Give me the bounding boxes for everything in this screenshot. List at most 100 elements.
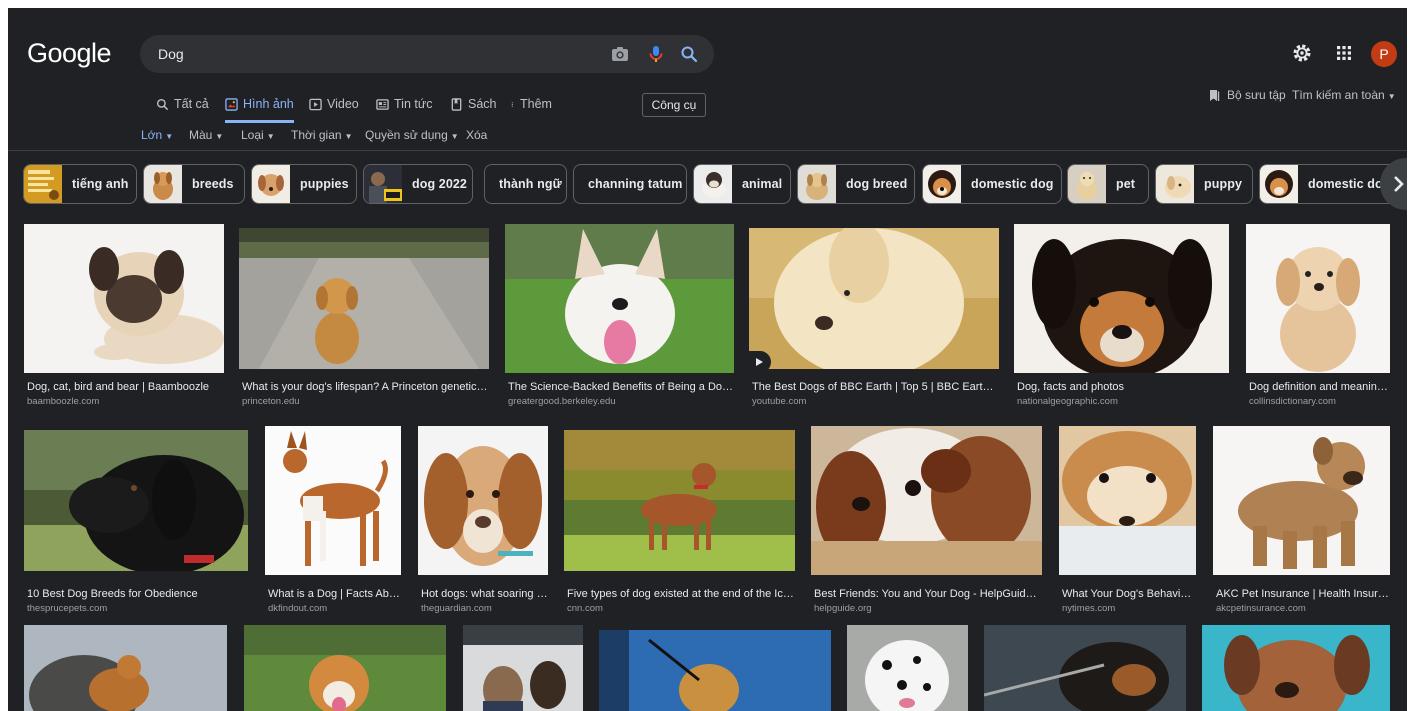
search-icon[interactable] [679, 44, 699, 64]
filter-label: Lớn [141, 128, 163, 142]
result-title[interactable]: Dog, cat, bird and bear | Baamboozle [27, 381, 224, 393]
result-title[interactable]: AKC Pet Insurance | Health Insuran... [1216, 588, 1390, 600]
tab-books[interactable]: Sách [450, 97, 497, 123]
result-source: youtube.com [752, 396, 807, 407]
settings-gear-icon[interactable] [1291, 42, 1313, 64]
image-result[interactable]: 10 Best Dog Breeds for Obedience thespru… [24, 430, 248, 620]
image-result[interactable]: Five types of dog existed at the end of … [564, 430, 795, 620]
result-title[interactable]: What is a Dog | Facts Abo... [268, 588, 401, 600]
related-chip[interactable]: breeds [143, 164, 245, 204]
image-result-thumbnail[interactable] [463, 625, 583, 711]
result-title[interactable]: The Best Dogs of BBC Earth | Top 5 | BBC… [752, 381, 999, 393]
image-result[interactable]: Dog, cat, bird and bear | Baamboozle baa… [24, 224, 224, 416]
image-result[interactable]: What Your Dog's Behavior ... nytimes.com [1059, 426, 1196, 620]
filter-color[interactable]: Màu ▼ [189, 128, 223, 142]
result-thumbnail[interactable] [418, 426, 548, 575]
related-chip[interactable]: pet [1067, 164, 1149, 204]
result-thumbnail[interactable] [505, 224, 734, 373]
filter-usage-rights[interactable]: Quyền sử dụng ▼ [365, 128, 459, 142]
image-icon [225, 98, 238, 111]
chevron-down-icon: ▼ [1387, 92, 1396, 101]
result-title[interactable]: Dog definition and meaning ... [1249, 381, 1390, 393]
filter-type[interactable]: Loại ▼ [241, 128, 275, 142]
result-thumbnail[interactable] [24, 224, 224, 373]
result-title[interactable]: Best Friends: You and Your Dog - HelpGui… [814, 588, 1042, 600]
safesearch-dropdown[interactable]: Tìm kiếm an toàn ▼ [1292, 88, 1396, 102]
chevron-down-icon: ▼ [450, 132, 459, 141]
related-chip[interactable]: channing tatum [573, 164, 687, 204]
search-bar[interactable]: Dog [140, 35, 714, 73]
related-chip[interactable]: tiếng anh [23, 164, 137, 204]
image-result[interactable]: Dog, facts and photos nationalgeographic… [1014, 224, 1229, 416]
chip-label: dog breed [846, 177, 908, 191]
tab-all[interactable]: Tất cả [156, 97, 209, 123]
image-result[interactable]: What is a Dog | Facts Abo... dkfindout.c… [265, 426, 401, 620]
chip-label: puppies [300, 177, 349, 191]
related-chip[interactable]: domestic dog [1259, 164, 1399, 204]
result-title[interactable]: 10 Best Dog Breeds for Obedience [27, 588, 248, 600]
result-thumbnail[interactable] [265, 426, 401, 575]
result-thumbnail[interactable] [24, 430, 248, 571]
search-icon [156, 98, 169, 111]
result-thumbnail[interactable] [1246, 224, 1390, 373]
tab-label: Tất cả [174, 97, 209, 111]
result-title[interactable]: Five types of dog existed at the end of … [567, 588, 795, 600]
result-thumbnail[interactable] [1014, 224, 1229, 373]
image-result-thumbnail[interactable] [24, 625, 227, 711]
tools-button[interactable]: Công cụ [642, 93, 706, 117]
collections-link[interactable]: Bộ sưu tập [1209, 88, 1286, 102]
tab-label: Video [327, 97, 359, 111]
image-result[interactable]: What is your dog's lifespan? A Princeton… [239, 224, 489, 416]
tab-images[interactable]: Hình ảnh [225, 97, 294, 123]
image-result[interactable]: Hot dogs: what soaring p... theguardian.… [418, 426, 548, 620]
related-chip[interactable]: puppies [251, 164, 357, 204]
image-result-thumbnail[interactable] [599, 630, 831, 711]
video-badge [749, 351, 771, 369]
result-title[interactable]: Dog, facts and photos [1017, 381, 1229, 393]
related-chip[interactable]: puppy [1155, 164, 1253, 204]
related-chip[interactable]: dog 2022 [363, 164, 473, 204]
related-chip[interactable]: dog breed [797, 164, 915, 204]
result-source: greatergood.berkeley.edu [508, 396, 616, 407]
image-result[interactable]: Dog definition and meaning ... collinsdi… [1246, 224, 1390, 416]
result-title[interactable]: What Your Dog's Behavior ... [1062, 588, 1196, 600]
result-thumbnail[interactable] [811, 426, 1042, 575]
result-thumbnail[interactable] [564, 430, 795, 571]
chip-thumbnail [144, 165, 182, 203]
search-input[interactable]: Dog [158, 46, 184, 62]
result-thumbnail[interactable] [239, 228, 489, 369]
result-source: nationalgeographic.com [1017, 396, 1118, 407]
image-result[interactable]: The Science-Backed Benefits of Being a D… [505, 224, 734, 416]
result-thumbnail[interactable] [1059, 426, 1196, 575]
image-result-thumbnail[interactable] [984, 625, 1186, 711]
filter-size[interactable]: Lớn ▼ [141, 128, 173, 142]
image-result-thumbnail[interactable] [1202, 625, 1390, 711]
image-result[interactable]: Best Friends: You and Your Dog - HelpGui… [811, 426, 1042, 620]
apps-grid-icon[interactable] [1333, 42, 1355, 64]
image-result[interactable]: AKC Pet Insurance | Health Insuran... ak… [1213, 426, 1390, 620]
microphone-icon[interactable] [646, 44, 666, 64]
result-thumbnail[interactable] [1213, 426, 1390, 575]
result-thumbnail[interactable] [749, 228, 999, 369]
tab-news[interactable]: Tin tức [376, 97, 432, 123]
result-title[interactable]: What is your dog's lifespan? A Princeton… [242, 381, 489, 393]
related-chip[interactable]: animal [693, 164, 791, 204]
header-divider [8, 150, 1407, 151]
chip-thumbnail [694, 165, 732, 203]
related-chip[interactable]: domestic dog [922, 164, 1062, 204]
image-result-thumbnail[interactable] [847, 625, 968, 711]
image-result-thumbnail[interactable] [244, 625, 446, 711]
related-chip[interactable]: thành ngữ [484, 164, 567, 204]
camera-icon[interactable] [610, 44, 630, 64]
result-title[interactable]: The Science-Backed Benefits of Being a D… [508, 381, 734, 393]
account-avatar[interactable]: P [1371, 41, 1397, 67]
tab-more[interactable]: Thêm [511, 97, 552, 123]
chip-label: puppy [1204, 177, 1242, 191]
tab-video[interactable]: Video [309, 97, 359, 123]
filter-time[interactable]: Thời gian ▼ [291, 128, 352, 142]
tab-label: Thêm [520, 97, 552, 111]
result-title[interactable]: Hot dogs: what soaring p... [421, 588, 548, 600]
image-result[interactable]: The Best Dogs of BBC Earth | Top 5 | BBC… [749, 224, 999, 416]
google-logo[interactable]: Google [27, 38, 112, 69]
filter-clear[interactable]: Xóa [466, 128, 487, 142]
